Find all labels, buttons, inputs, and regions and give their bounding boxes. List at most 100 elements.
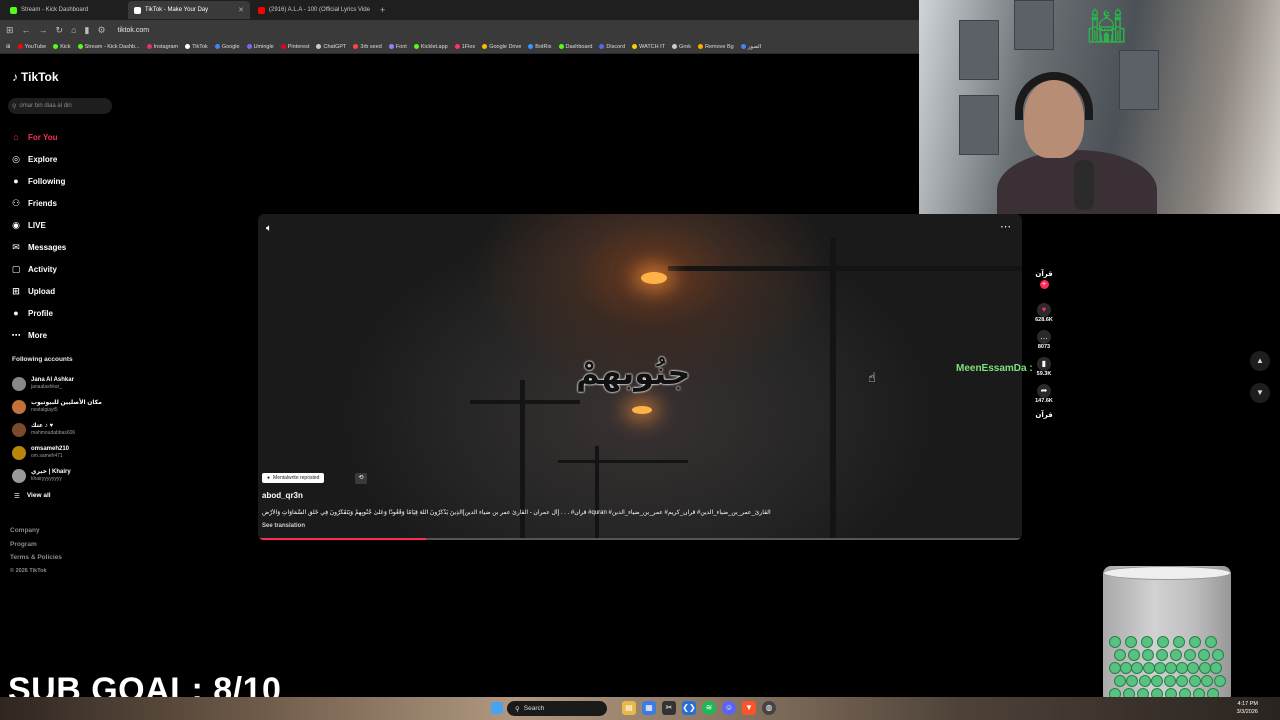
bookmark-label: Instagram <box>153 43 179 50</box>
comment-icon[interactable]: … <box>1037 330 1051 344</box>
file-explorer-icon[interactable]: ▤ <box>622 701 636 715</box>
avatar <box>12 422 26 437</box>
apps-icon[interactable]: ⊞ <box>6 25 14 36</box>
footer-terms[interactable]: Terms & Policies <box>10 551 62 565</box>
bookmark-item[interactable]: Font <box>388 44 407 50</box>
bookmark-item[interactable]: Stream - Kick Dashb... <box>77 44 140 50</box>
bookmark-item[interactable]: 1Flex <box>454 43 476 50</box>
discord-icon[interactable]: ☺ <box>722 701 736 715</box>
nav-item-explore[interactable]: ◎ Explore <box>10 148 66 170</box>
scroll-up-icon[interactable]: ▲ <box>1250 351 1270 371</box>
nav-item-profile[interactable]: ● Profile <box>10 302 66 324</box>
nav-item-friends[interactable]: ⚇ Friends <box>10 192 66 214</box>
browser-tab[interactable]: (2916) A.L.A - 100 (Official Lyrics Vide <box>252 1 374 19</box>
acoustic-panel <box>1119 50 1159 110</box>
bookmark-item[interactable]: Google <box>214 44 240 50</box>
snipping-icon[interactable]: ✂ <box>662 701 676 715</box>
bookmark-item[interactable]: Instagram <box>146 43 179 50</box>
more-options-icon[interactable]: ⋯ <box>1000 220 1012 233</box>
bookmark-item[interactable]: Remove Bg <box>697 44 734 50</box>
following-account[interactable]: Jana Al Ashkar janaalashkar_ <box>12 372 102 395</box>
bookmark-item[interactable]: 3rb seed <box>353 44 382 50</box>
bookmark-favicon-icon <box>280 44 286 49</box>
close-tab-icon[interactable]: ✕ <box>238 6 244 14</box>
jar-bean <box>1163 675 1176 687</box>
following-account[interactable]: omsameh210 om.sameh471 <box>12 441 102 464</box>
taskbar-search[interactable]: ⚲ Search <box>507 701 607 716</box>
following-account[interactable]: عتك ♪ ♥ mahmoudabbas606 <box>12 418 102 441</box>
account-handle: om.sameh471 <box>31 453 63 459</box>
view-all-link[interactable]: ☰ View all <box>14 492 51 500</box>
see-translation-link[interactable]: See translation <box>262 523 305 529</box>
spotify-icon[interactable]: ≋ <box>702 701 716 715</box>
following-account[interactable]: مكان الأصليين للبيوتيوب nostalgiayt5 <box>12 395 102 418</box>
nav-item-activity[interactable]: ▢ Activity <box>10 258 66 280</box>
browser-tab[interactable]: TikTok - Make Your Day ✕ <box>128 1 250 19</box>
video-progress-bar[interactable] <box>258 538 1022 540</box>
new-tab-icon[interactable]: + <box>380 5 385 15</box>
obs-icon[interactable]: ◍ <box>762 701 776 715</box>
bookmark-item[interactable]: Dashboard <box>558 44 592 50</box>
apps-grid-icon[interactable]: ⊞ <box>6 44 11 50</box>
nav-item-more[interactable]: ⋯ More <box>10 324 66 346</box>
video-author[interactable]: abod_qr3n <box>262 491 303 500</box>
bookmark-item[interactable]: BotRix <box>528 44 552 50</box>
bookmark-item[interactable]: TikTok <box>185 44 208 50</box>
video-description: القارئ_عمر_بن_ضياء_الدين# قرآن_كريم# عمر… <box>262 510 771 516</box>
bookmark-item[interactable]: Kicklet.app <box>413 44 448 50</box>
tab-favicon-icon <box>258 6 265 14</box>
bookmark-item[interactable]: WATCH IT <box>632 44 665 50</box>
volume-icon[interactable]: 🔈︎ <box>266 223 272 234</box>
forward-icon[interactable]: → <box>39 25 48 35</box>
like-heart-icon[interactable]: ♥ <box>1037 303 1051 317</box>
bookmark-item[interactable]: Umingle <box>246 44 274 50</box>
site-info-icon[interactable]: ⚙ <box>97 25 105 36</box>
search-input[interactable]: ⚲ omar bin diaa al din <box>8 98 112 114</box>
creator-avatar[interactable]: قرآن <box>1030 270 1058 278</box>
repost-button[interactable]: ⟲ <box>355 473 367 484</box>
browser-tab[interactable]: Stream - Kick Dashboard <box>4 1 126 19</box>
bookmark-item[interactable]: الصور <box>740 44 761 50</box>
bookmark-item[interactable]: Kick <box>53 44 71 50</box>
reload-icon[interactable]: ↻ <box>56 25 64 36</box>
bookmark-item[interactable]: Google Drive <box>482 44 521 50</box>
share-icon[interactable]: ➦ <box>1037 384 1051 398</box>
brave-icon[interactable]: ▼ <box>742 701 756 715</box>
bookmark-label: Grok <box>679 43 691 50</box>
store-icon[interactable]: ▦ <box>642 701 656 715</box>
taskbar-clock[interactable]: 4:17 PM 3/3/2026 <box>1237 700 1258 716</box>
nav-item-for-you[interactable]: ⌂ For You <box>10 126 66 148</box>
bookmark-item[interactable]: ChatGPT <box>316 44 346 50</box>
bookmark-icon[interactable]: ▮ <box>85 25 90 36</box>
more-icon: ⋯ <box>11 329 21 340</box>
avatar <box>12 376 26 391</box>
bookmark-item[interactable]: Pinterest <box>280 44 309 50</box>
nav-item-live[interactable]: ◉ LIVE <box>10 214 66 236</box>
sound-disc[interactable]: قرآن <box>1030 411 1058 419</box>
url-field[interactable]: tiktok.com <box>118 27 150 34</box>
vscode-icon[interactable]: ❮❯ <box>682 701 696 715</box>
footer-program[interactable]: Program <box>10 538 62 552</box>
bookmark-item[interactable]: Discord <box>599 44 625 50</box>
bookmark-item[interactable]: Grok <box>672 44 691 50</box>
messages-icon: ✉ <box>12 241 20 252</box>
back-icon[interactable]: ← <box>22 25 31 35</box>
bookmark-item[interactable]: YouTube <box>17 44 46 50</box>
bookmark-favicon-icon <box>77 44 83 49</box>
street-lamp <box>641 272 667 284</box>
following-account[interactable]: خيري | Khairy khairyyyyyyyy <box>12 464 102 487</box>
bookmark-favicon-icon <box>740 44 746 49</box>
footer-company[interactable]: Company <box>10 524 62 538</box>
video-player[interactable]: جنُوبهمْ 🔈︎ ⋯ ● Mentalwrite reposted ⟲ a… <box>258 214 1022 540</box>
nav-item-following[interactable]: ● Following <box>10 170 66 192</box>
jar-bean <box>1142 649 1154 661</box>
scroll-down-icon[interactable]: ▼ <box>1250 383 1270 403</box>
windows-start-icon[interactable] <box>491 702 503 714</box>
tiktok-logo[interactable]: ♪ TikTok <box>12 70 59 84</box>
follow-plus-icon[interactable]: + <box>1039 280 1049 289</box>
save-bookmark-icon[interactable]: ▮ <box>1037 357 1051 371</box>
nav-item-upload[interactable]: ⊞ Upload <box>10 280 66 302</box>
nav-item-messages[interactable]: ✉ Messages <box>10 236 66 258</box>
home-icon[interactable]: ⌂ <box>71 25 76 35</box>
bookmark-label: 1Flex <box>461 43 476 50</box>
